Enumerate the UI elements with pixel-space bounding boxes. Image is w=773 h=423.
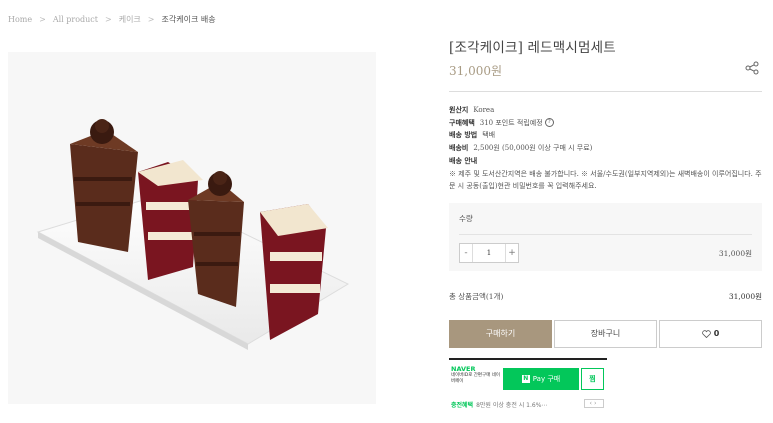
breadcrumb: Home > All product > 케이크 > 조각케이크 배송	[8, 14, 216, 25]
breadcrumb-separator: >	[39, 15, 46, 24]
breadcrumb-cake[interactable]: 케이크	[119, 14, 141, 25]
breadcrumb-separator: >	[105, 15, 112, 24]
naver-subtext: 네이버ID로 간편구매 네이버페이	[451, 373, 501, 384]
product-title: [조각케이크] 레드맥시멈세트	[449, 40, 616, 56]
shipping-guide-row: 배송 안내	[449, 155, 765, 168]
origin-label: 원산지	[449, 105, 469, 114]
shipping-guide-text: ※ 제주 및 도서산간지역은 배송 불가합니다. ※ 서울/수도권(일부지역제외…	[449, 169, 762, 191]
wishlist-count: 0	[713, 329, 720, 338]
cake-illustration	[36, 119, 350, 350]
share-icon[interactable]	[744, 61, 760, 75]
buy-button[interactable]: 구매하기	[449, 320, 552, 348]
quantity-stepper: - 1 +	[459, 243, 519, 263]
shipping-method-row: 배송 방법 택배	[449, 129, 765, 142]
promo-text: 8만원 이상 충전 시 1.6%⋯	[476, 402, 548, 409]
quantity-input[interactable]: 1	[472, 244, 506, 262]
shipping-guide-label: 배송 안내	[449, 155, 478, 165]
product-image	[8, 52, 376, 404]
cart-button[interactable]: 장바구니	[554, 320, 657, 348]
naver-pay-button[interactable]: N Pay 구매	[503, 368, 579, 390]
heart-icon	[701, 329, 711, 338]
shipping-method-value: 택배	[482, 131, 496, 140]
naver-pay-badge: N	[521, 375, 530, 383]
title-divider	[449, 91, 762, 92]
shipping-fee-row: 배송비 2,500원 (50,000원 이상 구매 시 무료)	[449, 142, 765, 155]
quantity-decrease-button[interactable]: -	[460, 244, 472, 262]
wishlist-button[interactable]: 0	[659, 320, 762, 348]
naver-promo: 충전혜택 8만원 이상 충전 시 1.6%⋯	[451, 400, 547, 409]
origin-row: 원산지 Korea	[449, 104, 765, 117]
promo-nav-arrows[interactable]: ‹›	[584, 399, 604, 408]
quantity-line-price: 31,000원	[718, 249, 752, 258]
shipping-method-label: 배송 방법	[449, 130, 478, 140]
help-icon[interactable]: ?	[544, 118, 554, 128]
breadcrumb-home[interactable]: Home	[8, 15, 32, 24]
naver-pay-box: NAVER 네이버ID로 간편구매 네이버페이 N Pay 구매 찜	[449, 358, 607, 393]
shipping-fee-value: 2,500원 (50,000원 이상 구매 시 무료)	[473, 144, 593, 153]
product-info: 원산지 Korea 구매혜택 310 포인트 적립예정? 배송 방법 택배 배송비 2,…	[449, 104, 765, 193]
product-price: 31,000원	[449, 64, 503, 78]
naver-pay-label: Pay 구매	[532, 375, 561, 383]
breadcrumb-current[interactable]: 조각케이크 배송	[162, 14, 216, 25]
total-value: 31,000원	[728, 292, 762, 301]
benefit-value: 310 포인트 적립예정	[479, 118, 543, 127]
quantity-label: 수량	[459, 214, 473, 223]
naver-zzim-button[interactable]: 찜	[581, 368, 604, 390]
breadcrumb-all-product[interactable]: All product	[53, 15, 98, 24]
shipping-fee-label: 배송비	[449, 143, 469, 153]
quantity-divider	[459, 234, 752, 235]
quantity-increase-button[interactable]: +	[506, 244, 518, 262]
origin-value: Korea	[473, 106, 495, 114]
benefit-row: 구매혜택 310 포인트 적립예정?	[449, 117, 765, 130]
naver-logo: NAVER	[451, 365, 476, 373]
promo-label: 충전혜택	[451, 402, 474, 409]
breadcrumb-separator: >	[147, 15, 155, 24]
benefit-label: 구매혜택	[449, 117, 475, 127]
quantity-box: 수량 - 1 + 31,000원	[449, 203, 762, 271]
total-label: 총 상품금액(1개)	[449, 292, 504, 301]
